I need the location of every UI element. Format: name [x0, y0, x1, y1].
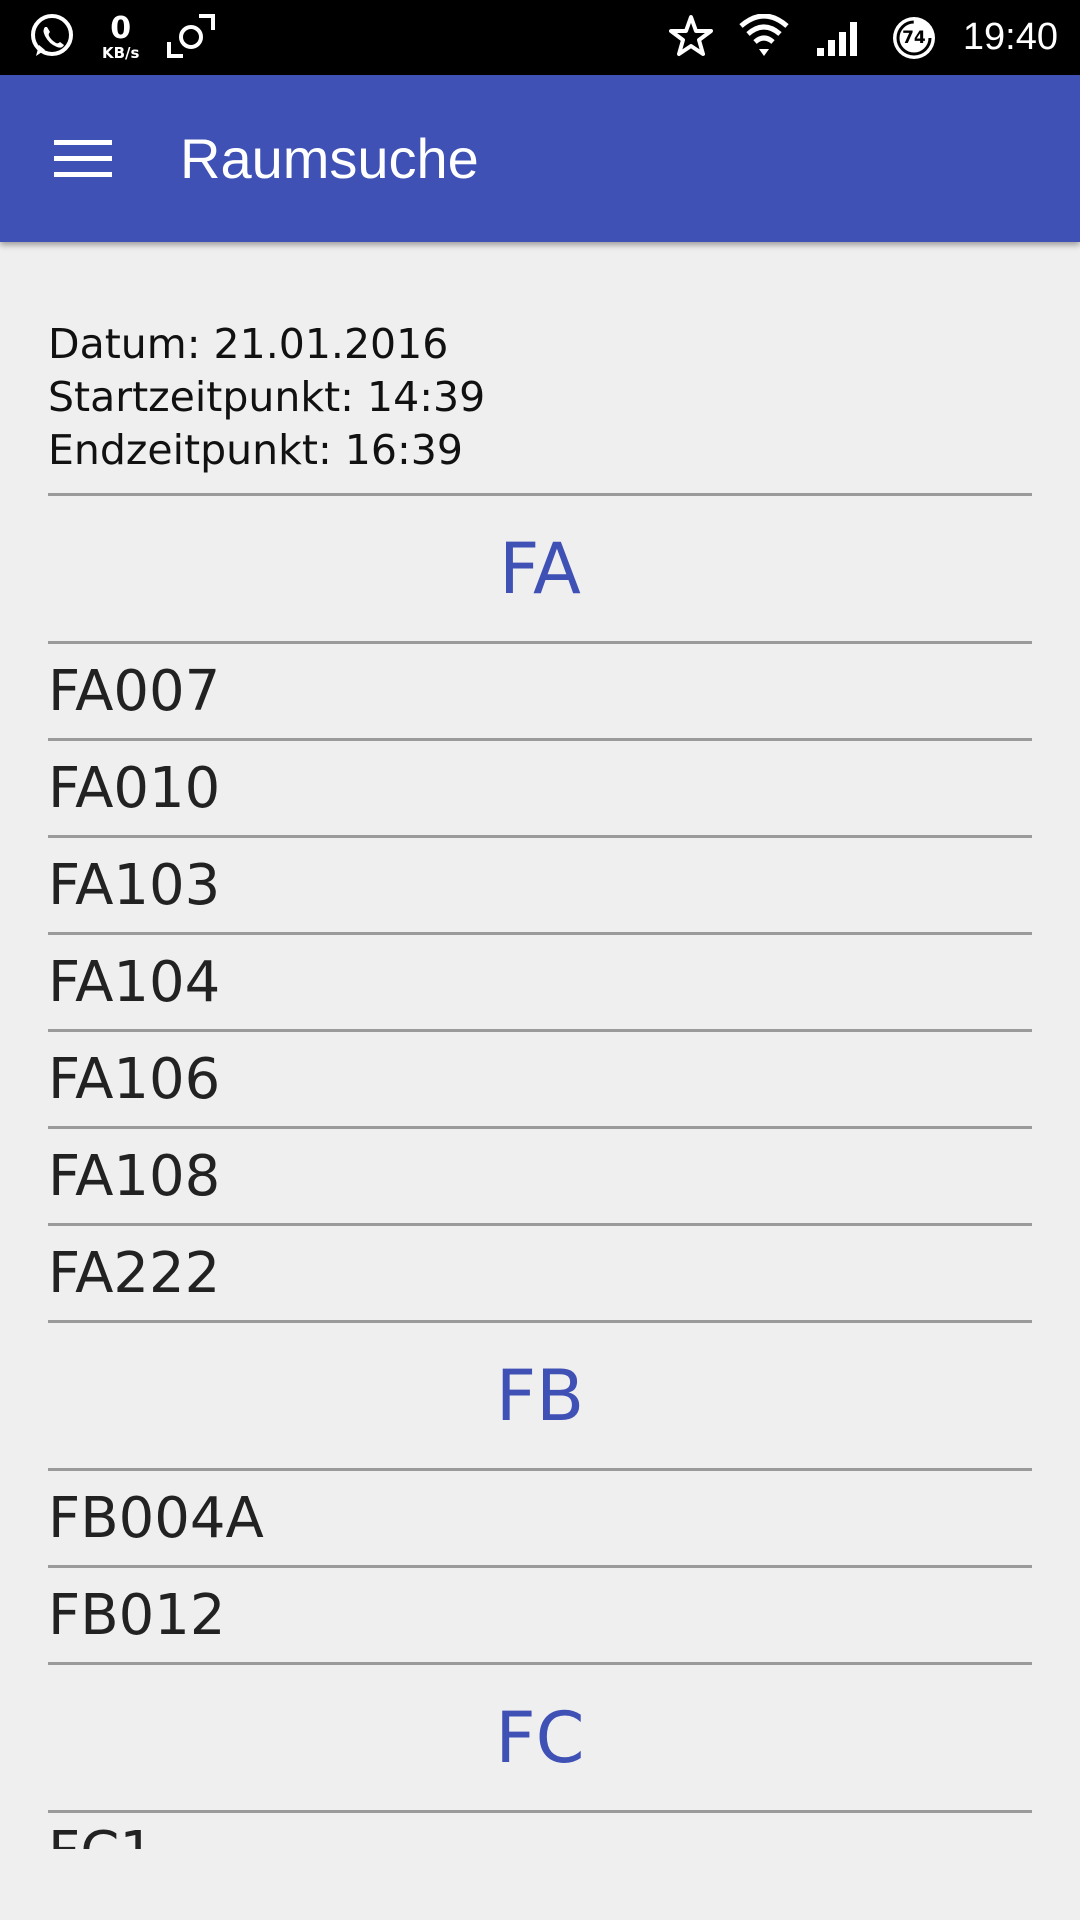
status-bar: 0 KB/s 74 19:40 — [0, 0, 1080, 75]
room-search-results: Datum: 21.01.2016 Startzeitpunkt: 14:39 … — [48, 318, 1032, 1849]
section-header-fb: FB — [495, 1354, 585, 1437]
room-item[interactable]: FC1 — [48, 1813, 1032, 1849]
signal-icon — [815, 14, 865, 62]
room-item[interactable]: FA104 — [48, 935, 1032, 1032]
page-title: Raumsuche — [180, 127, 479, 190]
network-speed-indicator: 0 KB/s — [102, 14, 139, 61]
status-bar-left: 0 KB/s — [28, 0, 217, 75]
room-item[interactable]: FB004A — [48, 1471, 1032, 1568]
battery-icon: 74 — [891, 15, 937, 61]
section-header-fa: FA — [499, 527, 581, 610]
star-icon — [668, 14, 713, 62]
search-info: Datum: 21.01.2016 Startzeitpunkt: 14:39 … — [48, 318, 1032, 477]
hamburger-menu-icon — [54, 136, 112, 184]
wifi-icon — [739, 13, 789, 62]
room-item[interactable]: FA222 — [48, 1226, 1032, 1323]
battery-level: 74 — [902, 27, 926, 48]
room-item[interactable]: FA007 — [48, 644, 1032, 741]
status-bar-right: 74 19:40 — [668, 0, 1058, 75]
network-speed-value: 0 — [110, 11, 132, 46]
room-item[interactable]: FA010 — [48, 741, 1032, 838]
network-speed-unit: KB/s — [102, 44, 140, 62]
app-bar: Raumsuche — [0, 75, 1080, 242]
whatsapp-icon — [28, 12, 76, 64]
search-date: Datum: 21.01.2016 — [48, 320, 449, 368]
room-item[interactable]: FA108 — [48, 1129, 1032, 1226]
menu-button[interactable] — [38, 115, 128, 205]
search-start-time: Startzeitpunkt: 14:39 — [48, 373, 486, 421]
status-clock: 19:40 — [962, 16, 1058, 58]
search-end-time: Endzeitpunkt: 16:39 — [48, 426, 463, 474]
room-item[interactable]: FB012 — [48, 1568, 1032, 1665]
room-item[interactable]: FA103 — [48, 838, 1032, 935]
room-item[interactable]: FA106 — [48, 1032, 1032, 1129]
section-header-fc: FC — [495, 1696, 585, 1779]
screen-rotate-icon — [165, 12, 217, 64]
